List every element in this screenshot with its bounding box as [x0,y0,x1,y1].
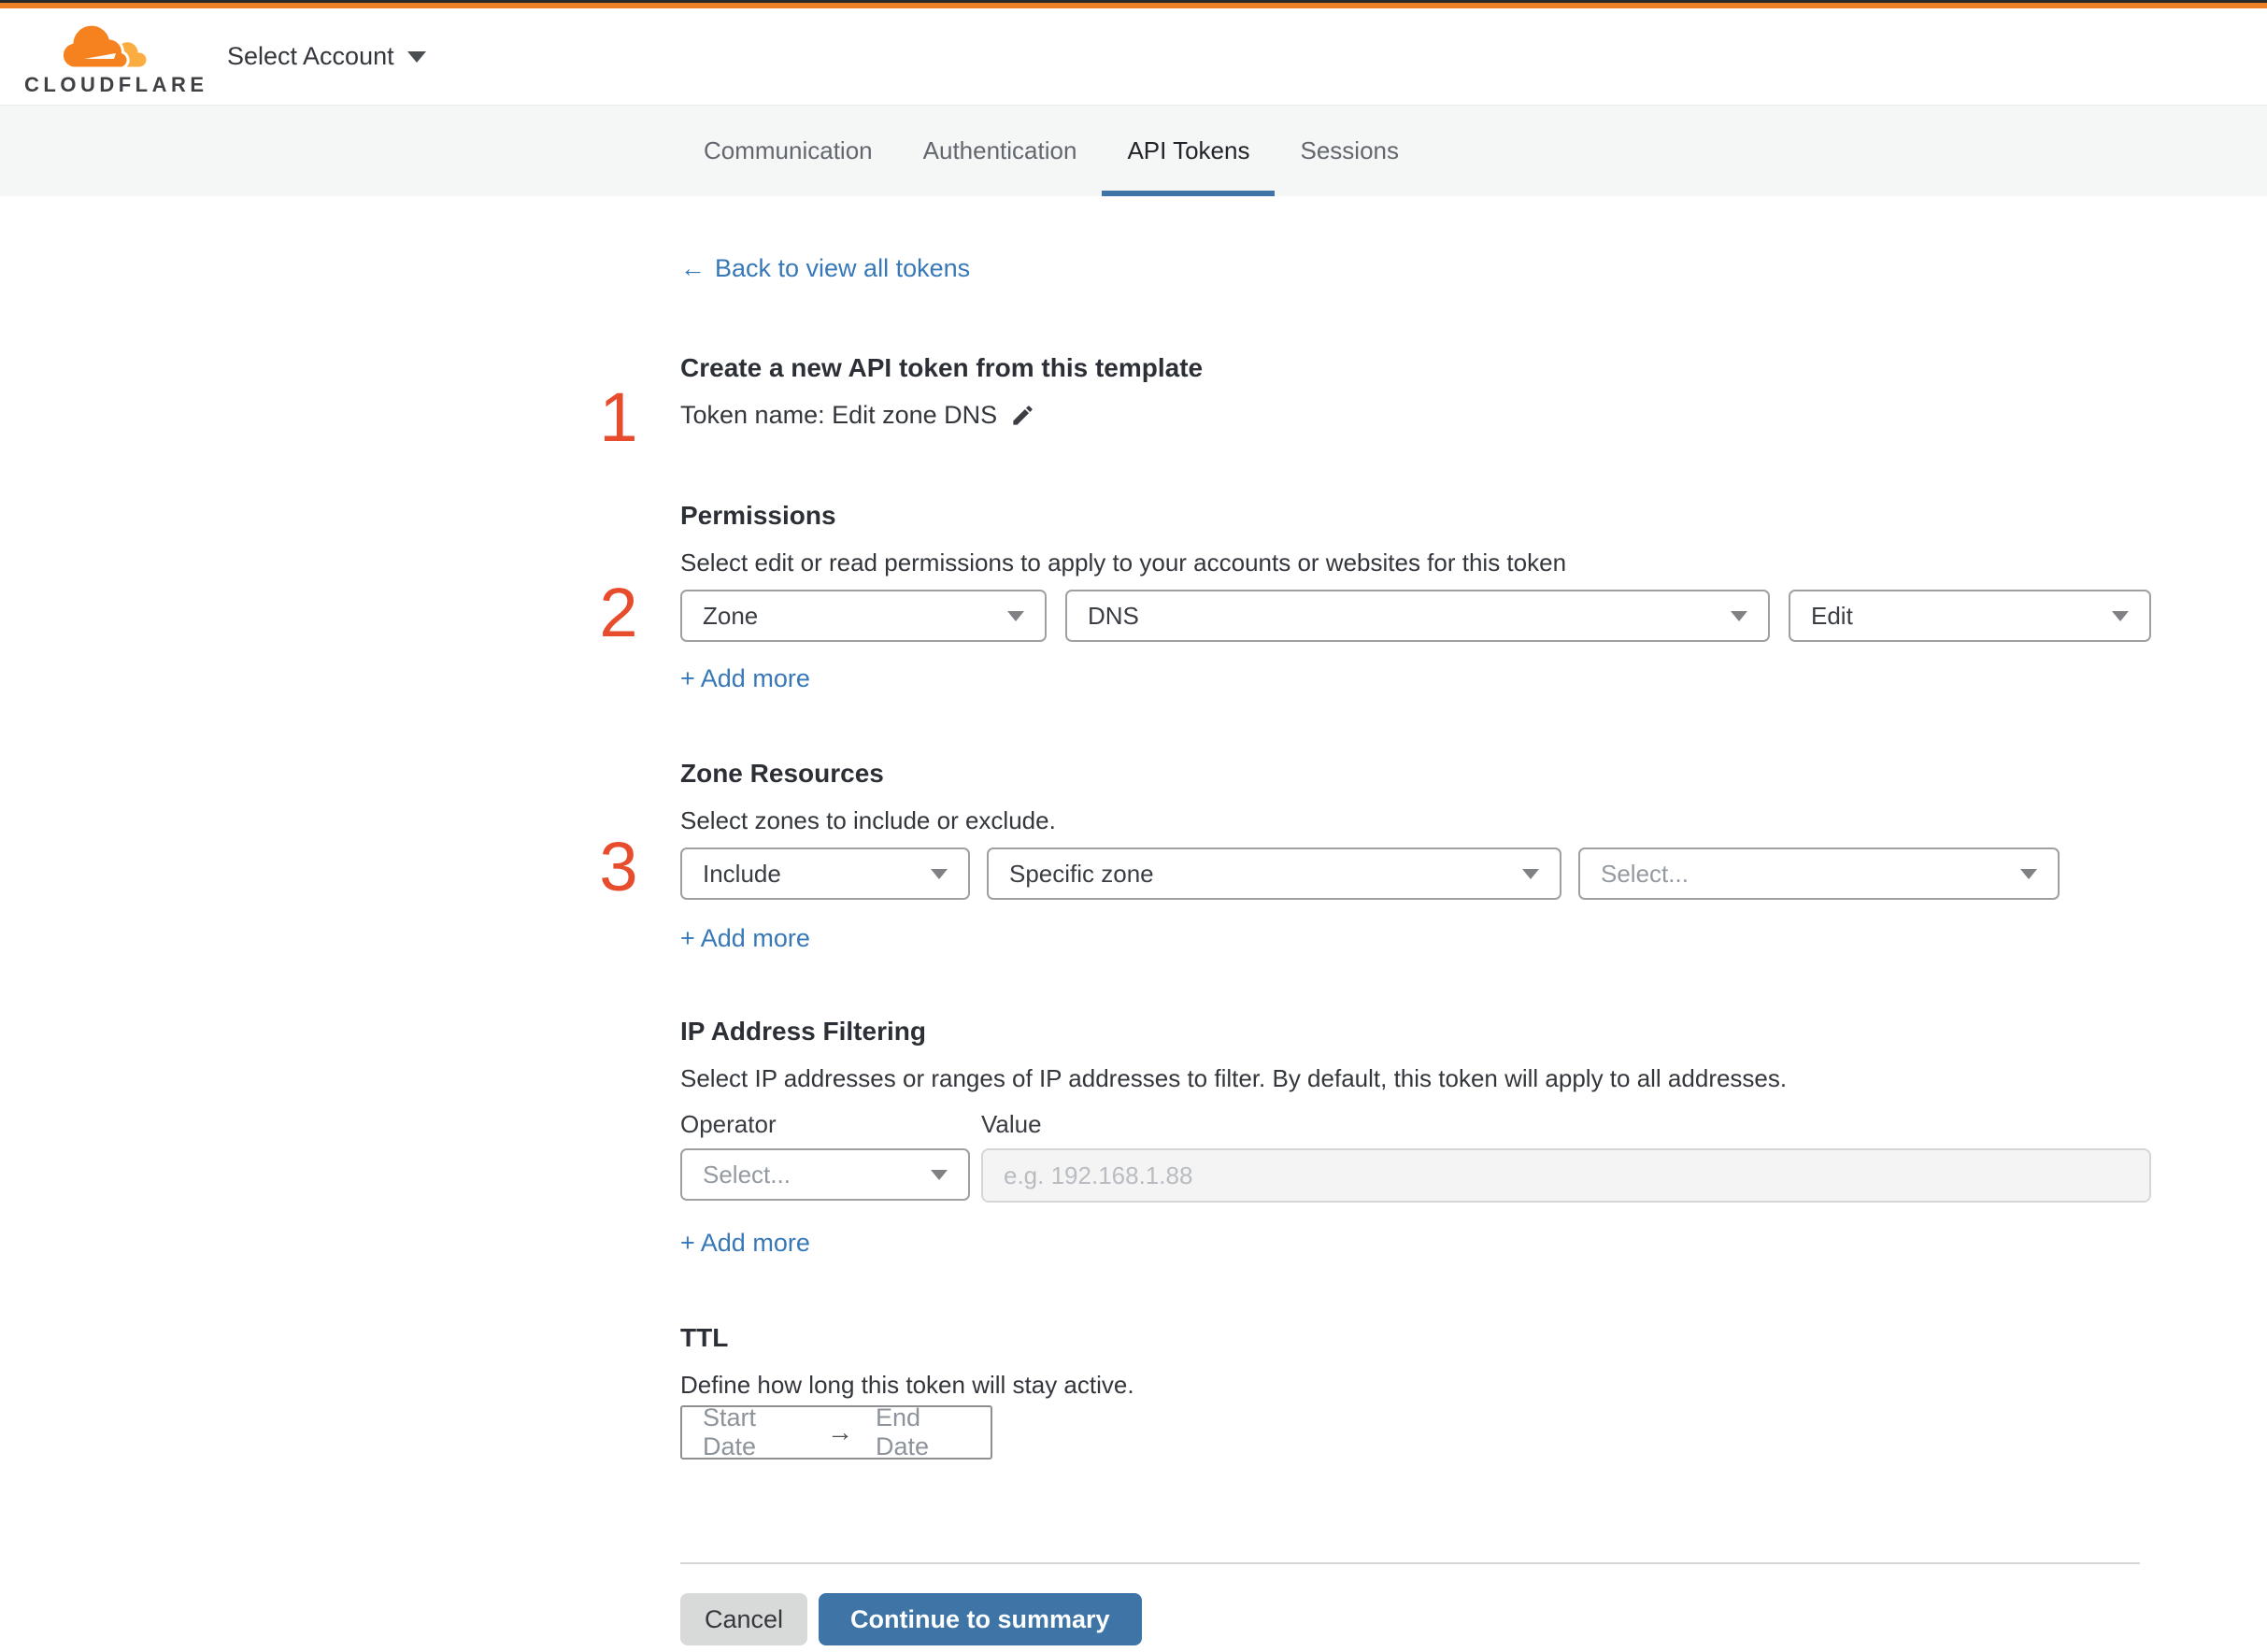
ip-filtering-title: IP Address Filtering [680,1017,926,1046]
page: CLOUDFLARE Select Account Communication … [0,0,2267,1652]
continue-to-summary-button[interactable]: Continue to summary [819,1593,1142,1645]
cancel-button[interactable]: Cancel [680,1593,807,1645]
footer-divider [680,1562,2140,1564]
permission-scope-select[interactable]: Zone [680,590,1047,642]
chevron-down-icon [2112,610,2129,621]
zone-resources-row: Include Specific zone Select... [680,847,2151,900]
permissions-section: Permissions Select edit or read permissi… [680,501,2151,693]
operator-select[interactable]: Select... [680,1148,970,1201]
edit-pencil-icon[interactable] [1010,403,1035,428]
back-arrow-icon: ← [680,254,706,282]
token-name-text: Token name: Edit zone DNS [680,401,998,429]
tab-api-tokens[interactable]: API Tokens [1102,106,1276,196]
ip-filtering-section: IP Address Filtering Select IP addresses… [680,1017,2151,1258]
ttl-title: TTL [680,1323,729,1352]
ip-field-labels: Operator Value [680,1110,2151,1139]
account-selector[interactable]: Select Account [227,8,426,105]
step-number-1: 1 [599,378,638,456]
ip-filtering-row: Select... [680,1148,2151,1203]
ttl-subtitle: Define how long this token will stay act… [680,1371,1134,1399]
tab-sessions[interactable]: Sessions [1275,106,1424,196]
token-name-section: Create a new API token from this templat… [680,353,2151,430]
ip-value-input[interactable] [981,1148,2151,1203]
permissions-title: Permissions [680,501,836,530]
page-title: Create a new API token from this templat… [680,353,1204,382]
tab-bar: Communication Authentication API Tokens … [0,105,2267,196]
chevron-down-icon [1731,610,1747,621]
header: CLOUDFLARE Select Account [0,8,2267,105]
back-to-all-tokens-link[interactable]: ← Back to view all tokens [680,254,970,283]
zone-resources-subtitle: Select zones to include or exclude. [680,806,1056,834]
chevron-down-icon [931,868,948,879]
tabs: Communication Authentication API Tokens … [678,106,2267,196]
zone-resources-add-more-link[interactable]: + Add more [680,924,810,953]
zone-resources-title: Zone Resources [680,759,884,788]
zone-name-select[interactable]: Select... [1578,847,2060,900]
permission-group-select[interactable]: DNS [1065,590,1770,642]
footer-actions: Cancel Continue to summary [680,1593,1142,1645]
step-number-2: 2 [599,574,638,651]
ttl-section: TTL Define how long this token will stay… [680,1323,2151,1460]
chevron-down-icon [2020,868,2037,879]
step-number-3: 3 [599,828,638,905]
arrow-right-icon: → [827,1417,854,1446]
chevron-down-icon [931,1169,948,1180]
logo-wordmark: CLOUDFLARE [24,73,208,96]
cloudflare-logo[interactable]: CLOUDFLARE [24,23,208,97]
token-name-row: Token name: Edit zone DNS [680,401,2151,430]
start-date-field[interactable]: Start Date [703,1403,805,1461]
account-selector-label: Select Account [227,42,394,70]
permissions-add-more-link[interactable]: + Add more [680,664,810,693]
back-link-label: Back to view all tokens [715,254,971,282]
ip-filtering-subtitle: Select IP addresses or ranges of IP addr… [680,1064,1788,1092]
tab-communication[interactable]: Communication [678,106,898,196]
permissions-row: Zone DNS Edit [680,590,2151,642]
permission-access-select[interactable]: Edit [1789,590,2151,642]
chevron-down-icon [406,50,426,63]
operator-label: Operator [680,1110,777,1138]
chevron-down-icon [1522,868,1539,879]
chevron-down-icon [1007,610,1024,621]
cloudflare-cloud-icon [24,23,181,72]
zone-type-select[interactable]: Specific zone [987,847,1561,900]
zone-resources-section: Zone Resources Select zones to include o… [680,759,2151,953]
permissions-subtitle: Select edit or read permissions to apply… [680,548,1567,577]
date-range-picker[interactable]: Start Date → End Date [680,1403,992,1461]
tab-authentication[interactable]: Authentication [898,106,1103,196]
value-label: Value [981,1110,1042,1138]
zone-include-select[interactable]: Include [680,847,970,900]
ip-filtering-add-more-link[interactable]: + Add more [680,1229,810,1258]
end-date-field[interactable]: End Date [876,1403,970,1461]
